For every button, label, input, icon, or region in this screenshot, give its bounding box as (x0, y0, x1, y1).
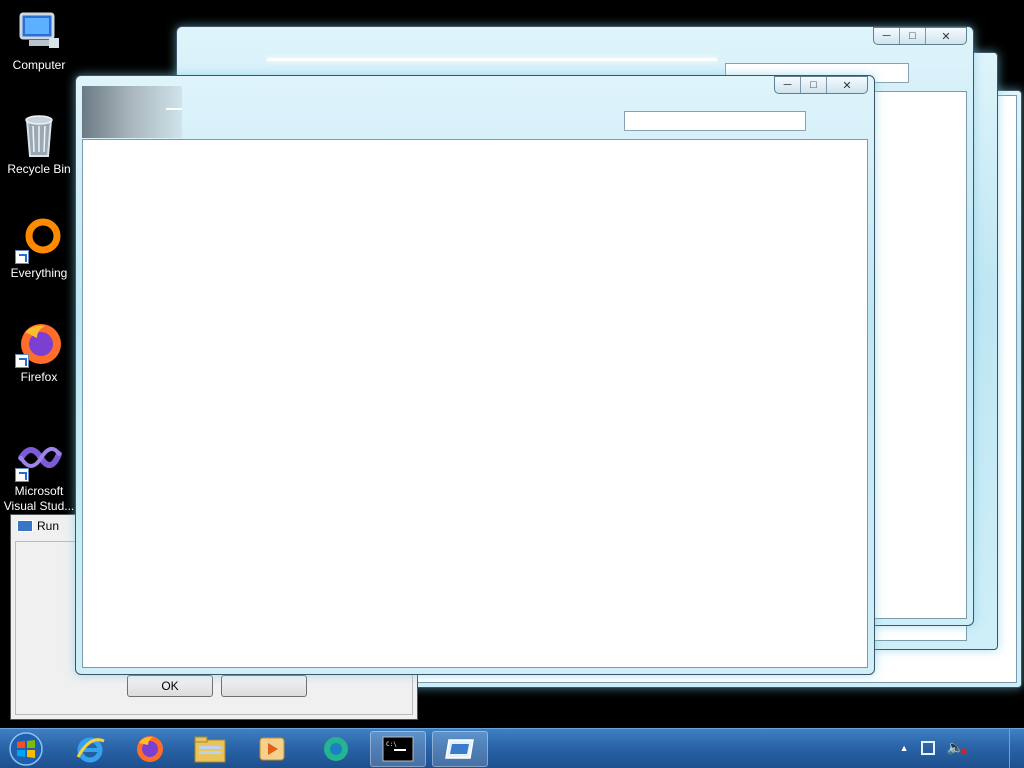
show-hidden-icons-button[interactable]: ▲ (900, 743, 909, 753)
network-icon[interactable] (920, 740, 935, 755)
taskbar-window-app[interactable] (432, 731, 488, 767)
recycle-bin-icon (15, 112, 63, 160)
notification-area: ▲ 🔈 ✖ (900, 739, 968, 758)
media-player-icon (259, 737, 285, 761)
desktop-icon-recycle-bin[interactable]: Recycle Bin (2, 112, 76, 177)
taskbar-file-explorer[interactable] (182, 731, 238, 767)
close-button[interactable]: ✕ (827, 77, 867, 93)
desktop-icon-everything[interactable]: Everything (2, 216, 76, 281)
cancel-button[interactable] (221, 675, 307, 697)
internet-explorer-icon (76, 737, 105, 763)
title-glow (166, 108, 182, 110)
desktop-icon-label: Everything (10, 266, 68, 280)
svg-text:C:\: C:\ (386, 741, 397, 748)
show-desktop-button[interactable] (1009, 729, 1024, 768)
window-controls: ─ □ ✕ (774, 76, 868, 94)
desktop-icon-label: Firefox (20, 370, 58, 384)
command-prompt-icon: C:\ (382, 736, 414, 762)
desktop-icon-label: Microsoft Visual Stud... (3, 484, 75, 513)
visual-studio-icon (15, 434, 63, 482)
minimize-button[interactable]: ─ (874, 28, 900, 44)
everything-icon (15, 216, 63, 264)
messenger-icon (324, 737, 348, 761)
search-input[interactable] (624, 111, 806, 131)
desktop-icon-label: Computer (12, 58, 66, 72)
maximize-button[interactable]: □ (900, 28, 926, 44)
taskbar-media-player[interactable] (244, 731, 300, 767)
title-glow (267, 58, 717, 61)
shortcut-arrow-icon (15, 354, 29, 368)
volume-muted-icon[interactable]: 🔈 ✖ (947, 739, 968, 758)
close-button[interactable]: ✕ (926, 28, 966, 44)
computer-icon (15, 8, 63, 56)
folder-icon (194, 736, 226, 763)
title-thumbnail (82, 86, 182, 138)
taskbar-command-prompt[interactable]: C:\ (370, 731, 426, 767)
run-title-text: Run (37, 519, 60, 533)
window-client-area (82, 139, 868, 668)
taskbar-firefox[interactable] (122, 731, 178, 767)
desktop-icon-label: Recycle Bin (7, 162, 71, 176)
taskbar-internet-explorer[interactable] (62, 731, 118, 767)
taskbar: C:\ ▲ 🔈 ✖ (0, 728, 1024, 768)
front-window[interactable]: ─ □ ✕ (75, 75, 875, 675)
desktop-icon-computer[interactable]: Computer (2, 8, 76, 73)
window-controls: ─ □ ✕ (873, 27, 967, 45)
window-app-icon (445, 739, 474, 759)
firefox-icon (137, 736, 163, 762)
windows-logo-icon (9, 732, 43, 766)
run-title: Run (17, 519, 59, 533)
ok-button[interactable]: OK (127, 675, 213, 697)
shortcut-arrow-icon (15, 468, 29, 482)
desktop-icon-visual-studio[interactable]: Microsoft Visual Stud... (2, 434, 76, 514)
desktop-icon-firefox[interactable]: Firefox (2, 320, 76, 385)
run-icon (17, 520, 33, 532)
start-button[interactable] (0, 731, 52, 767)
taskbar-windows-live[interactable] (308, 731, 364, 767)
minimize-button[interactable]: ─ (775, 77, 801, 93)
shortcut-arrow-icon (15, 250, 29, 264)
maximize-button[interactable]: □ (801, 77, 827, 93)
firefox-icon (15, 320, 63, 368)
